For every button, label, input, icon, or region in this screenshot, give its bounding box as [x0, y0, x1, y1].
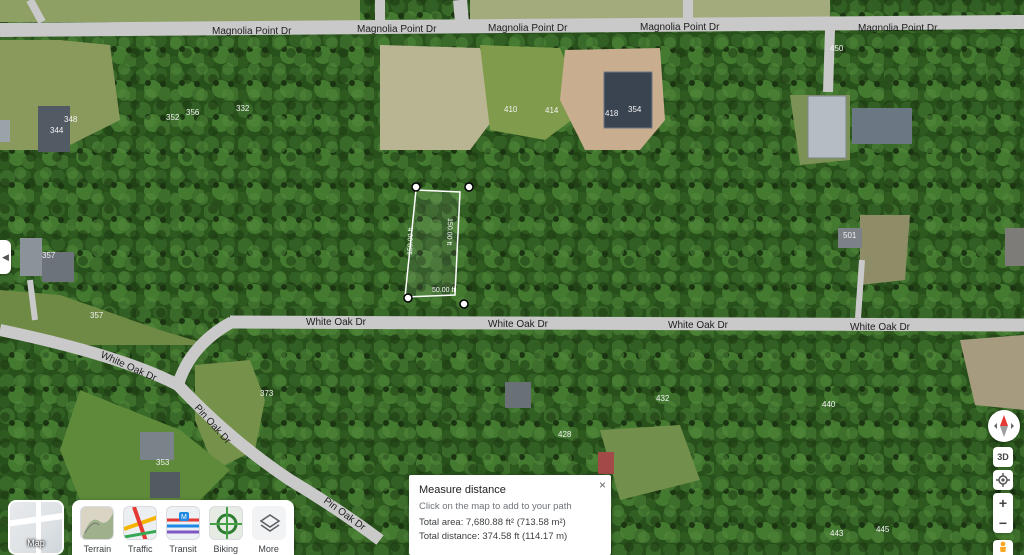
- road-label-white-oak-4: White Oak Dr: [850, 322, 911, 333]
- tilt-3d-label: 3D: [997, 452, 1009, 462]
- measure-hint: Click on the map to add to your path: [419, 501, 572, 512]
- address-418: 418: [605, 109, 619, 118]
- measure-label-left: 150.00 ft: [407, 228, 415, 256]
- layer-option-transit[interactable]: M Transit: [165, 506, 201, 555]
- road-label-magnolia-1: Magnolia Point Dr: [212, 26, 292, 37]
- road-label-white-oak-2: White Oak Dr: [488, 319, 549, 330]
- layer-option-more[interactable]: More: [251, 506, 286, 555]
- layer-toggle-map[interactable]: Map: [8, 500, 64, 555]
- layers-icon: [251, 506, 286, 540]
- traffic-icon: [123, 506, 158, 540]
- measure-label-right: 150.00 ft: [445, 218, 453, 246]
- measure-vertex-1[interactable]: [411, 182, 421, 192]
- address-501: 501: [843, 231, 857, 240]
- layer-option-terrain[interactable]: Terrain: [80, 506, 115, 555]
- zoom-out-button[interactable]: −: [999, 515, 1007, 531]
- street-view-pegman-button[interactable]: [993, 540, 1013, 555]
- road-label-magnolia-4: Magnolia Point Dr: [640, 22, 720, 33]
- address-373: 373: [260, 389, 274, 398]
- transit-icon: M: [165, 506, 200, 540]
- address-357: 357: [90, 311, 104, 320]
- layer-option-traffic[interactable]: Traffic: [123, 506, 158, 555]
- measure-total-distance: Total distance: 374.58 ft (114.17 m): [419, 531, 568, 542]
- pegman-icon: [1000, 541, 1006, 552]
- layer-option-label: Transit: [169, 544, 197, 554]
- layer-option-label: Terrain: [83, 544, 112, 554]
- measure-title: Measure distance: [419, 484, 506, 496]
- terrain-icon: [80, 506, 115, 540]
- zoom-in-button[interactable]: +: [999, 495, 1007, 511]
- biking-icon: [208, 506, 243, 540]
- address-357-left: 357: [42, 251, 56, 260]
- layer-options-panel: Terrain Traffic M Transit Biking More: [72, 500, 294, 555]
- compass-icon: [994, 415, 1014, 437]
- address-354: 354: [628, 105, 642, 114]
- layer-toggle-label: Map: [27, 538, 45, 548]
- measure-vertex-3[interactable]: [459, 299, 469, 309]
- my-location-icon: [996, 473, 1010, 487]
- address-443: 443: [830, 529, 844, 538]
- measure-vertex-2[interactable]: [464, 182, 474, 192]
- measure-distance-card: Measure distance × Click on the map to a…: [409, 475, 611, 555]
- address-352: 352: [166, 113, 180, 122]
- collapse-side-panel-button[interactable]: ◀: [0, 240, 11, 274]
- road-label-white-oak-3: White Oak Dr: [668, 320, 729, 331]
- triangle-left-icon: ◀: [2, 251, 9, 262]
- measure-total-area: Total area: 7,680.88 ft² (713.58 m²): [419, 517, 566, 528]
- address-344: 344: [50, 126, 64, 135]
- measure-vertex-4[interactable]: [403, 293, 413, 303]
- road-label-white-oak-1: White Oak Dr: [306, 317, 367, 328]
- address-428: 428: [558, 430, 572, 439]
- close-icon[interactable]: ×: [599, 478, 606, 492]
- measure-label-bottom: 50.00 ft: [432, 287, 455, 294]
- road-label-magnolia-2: Magnolia Point Dr: [357, 24, 437, 35]
- address-445: 445: [876, 525, 890, 534]
- layer-option-label: More: [258, 544, 279, 554]
- svg-text:M: M: [181, 514, 187, 521]
- address-348: 348: [64, 115, 78, 124]
- zoom-controls: + −: [993, 493, 1013, 533]
- address-450: 450: [830, 44, 844, 53]
- address-332: 332: [236, 104, 250, 113]
- road-label-magnolia-3: Magnolia Point Dr: [488, 23, 568, 34]
- address-410: 410: [504, 105, 518, 114]
- satellite-map[interactable]: Magnolia Point Dr Magnolia Point Dr Magn…: [0, 0, 1024, 555]
- address-414: 414: [545, 106, 559, 115]
- address-432: 432: [656, 394, 670, 403]
- layer-option-biking[interactable]: Biking: [208, 506, 243, 555]
- layer-option-label: Biking: [213, 544, 239, 554]
- layer-option-label: Traffic: [127, 544, 153, 554]
- address-356: 356: [186, 108, 200, 117]
- tilt-3d-button[interactable]: 3D: [993, 447, 1013, 467]
- road-label-magnolia-5: Magnolia Point Dr: [858, 23, 938, 34]
- address-353: 353: [156, 458, 170, 467]
- my-location-button[interactable]: [993, 470, 1013, 490]
- compass-button[interactable]: [988, 410, 1020, 442]
- address-440: 440: [822, 400, 836, 409]
